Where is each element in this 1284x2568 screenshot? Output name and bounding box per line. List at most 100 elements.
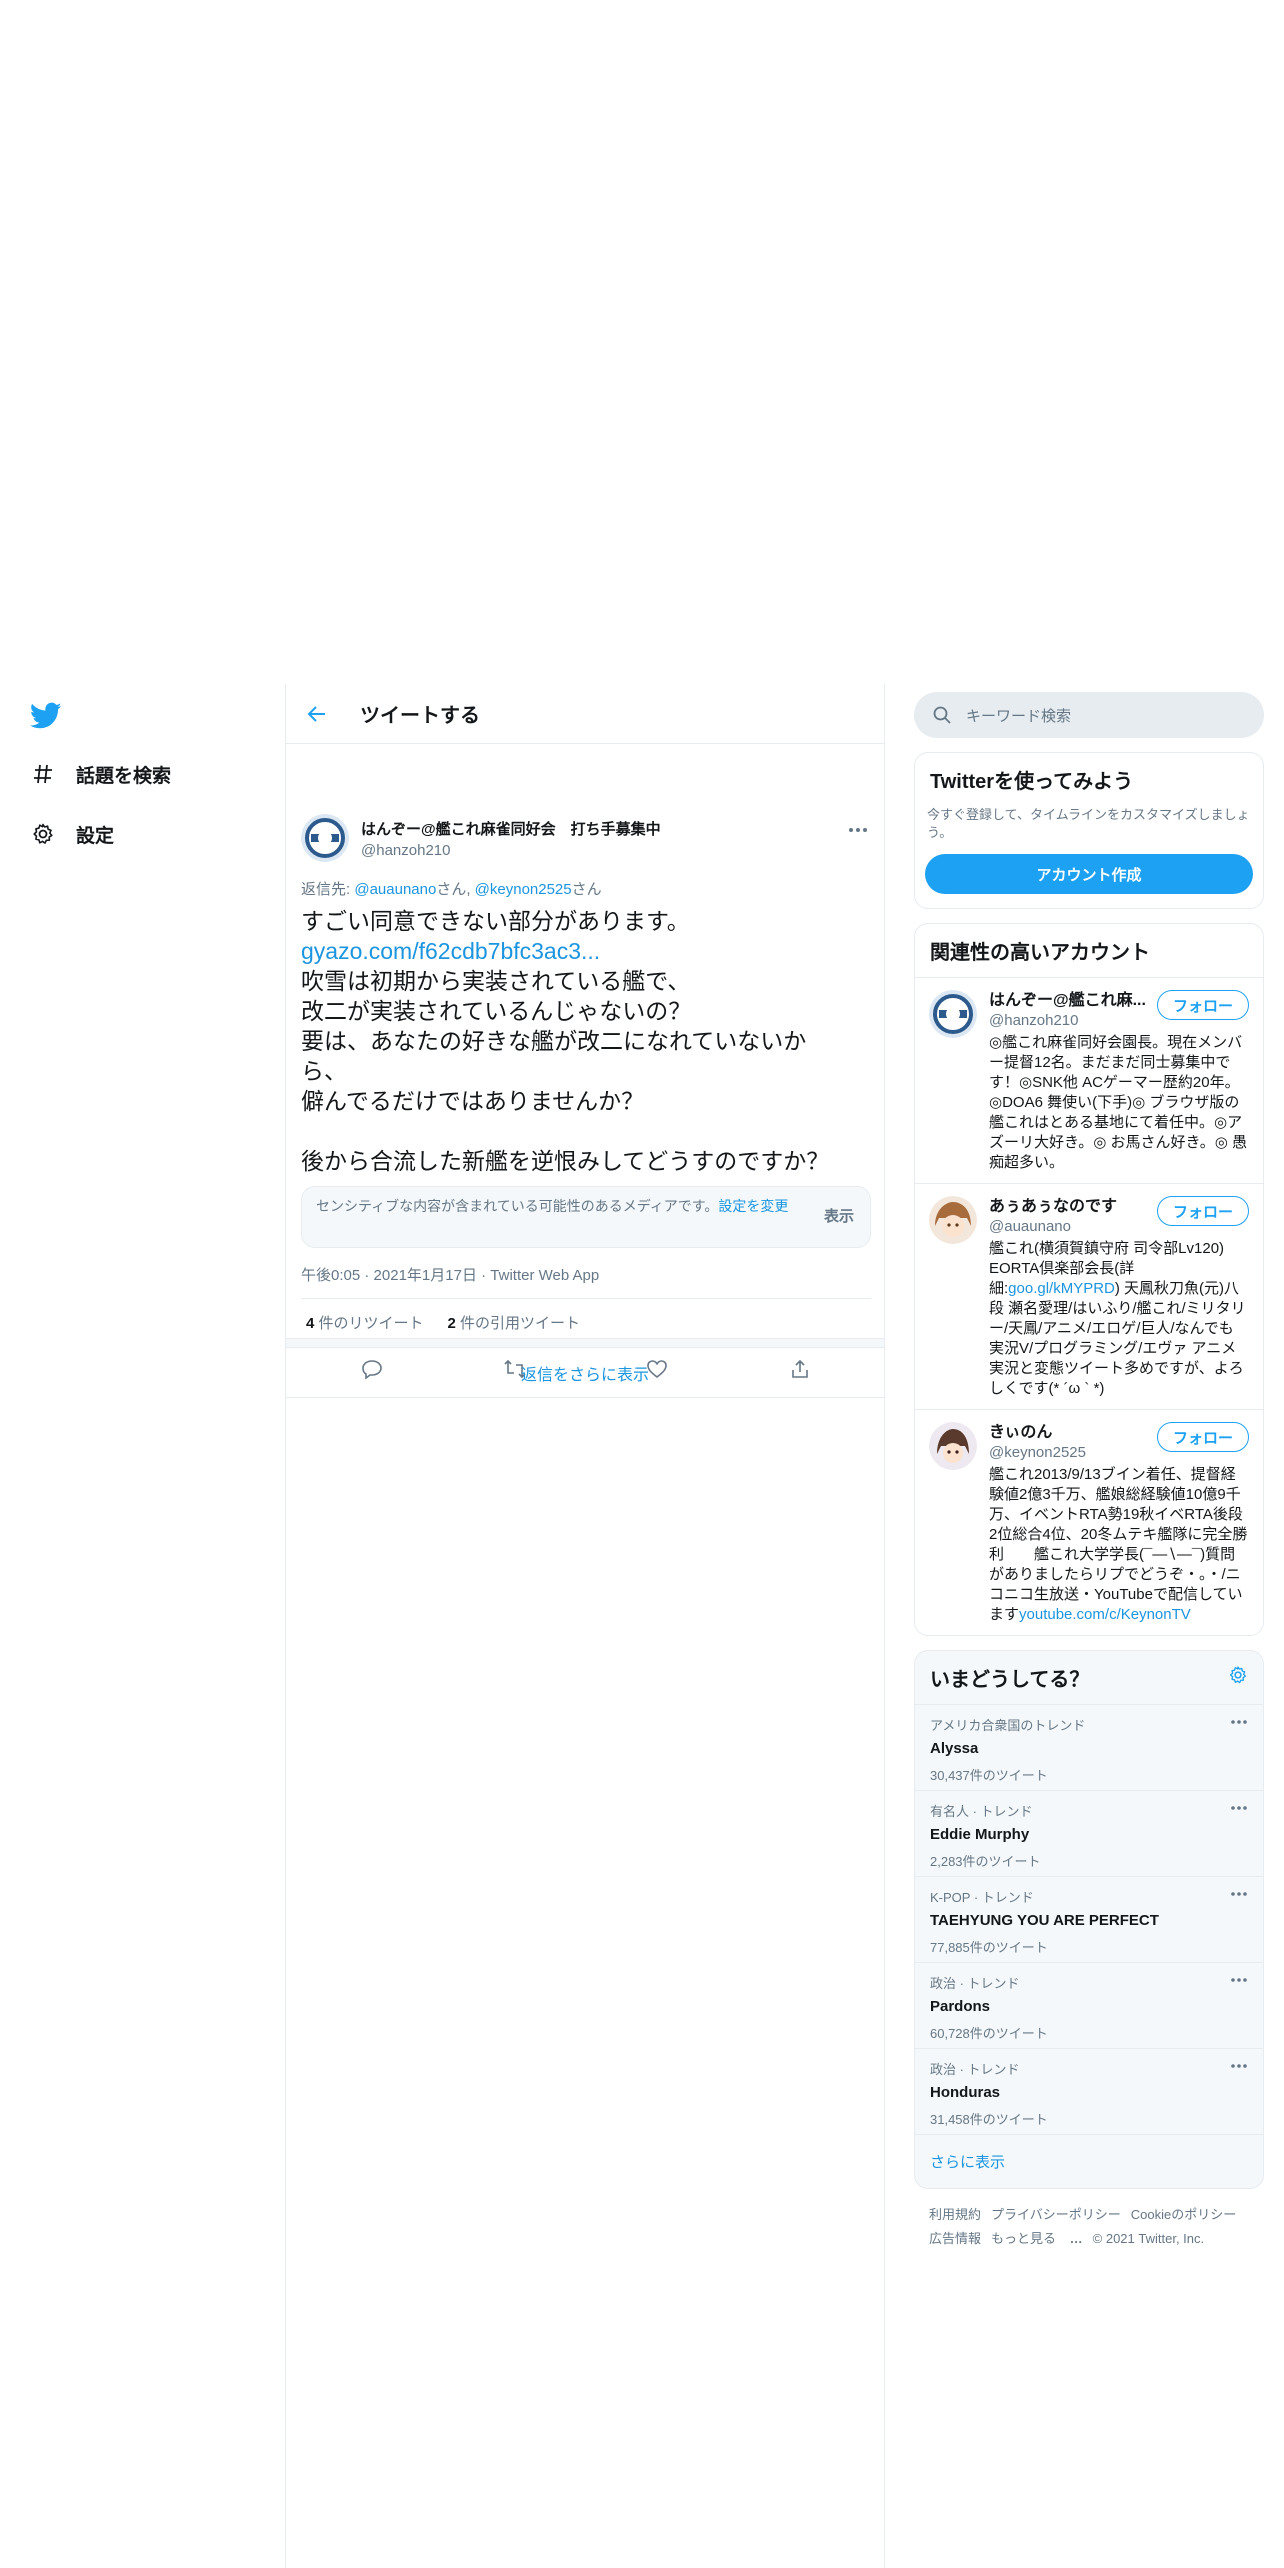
show-more-trends-link[interactable]: さらに表示: [915, 2134, 1263, 2188]
gear-icon[interactable]: [1228, 1665, 1248, 1690]
more-options-icon[interactable]: [848, 820, 868, 832]
footer-link[interactable]: プライバシーポリシー: [991, 2207, 1121, 2222]
sidebar-right: キーワード検索 Twitterを使ってみよう 今すぐ登録して、タイムラインをカス…: [914, 692, 1264, 2251]
trend-count: 30,437件のツイート: [930, 1768, 1048, 1783]
tweet-text-line: すごい同意できない部分があります。: [301, 908, 690, 934]
retweet-stat[interactable]: 4 件のリツイート: [306, 1312, 424, 1333]
back-arrow-icon[interactable]: [304, 701, 330, 727]
card-title: Twitterを使ってみよう: [930, 771, 1134, 793]
avatar[interactable]: [301, 814, 349, 862]
more-options-icon[interactable]: [1230, 1805, 1248, 1811]
footer-link[interactable]: Cookieのポリシー: [1131, 2207, 1236, 2222]
account-bio: 艦これ2013/9/13ブイン着任、提督経験値2億3千万、艦娘総経験値10億9千…: [989, 1465, 1248, 1625]
footer-link[interactable]: 利用規約: [929, 2207, 981, 2222]
sensitive-media-notice: センシティブな内容が含まれている可能性のあるメディアです。設定を変更 表示: [301, 1186, 871, 1248]
main-column: ツイートする はんぞー@艦これ麻雀同好会 打ち手募集中 @hanzoh210 返…: [285, 684, 885, 2568]
tweet-date[interactable]: 2021年1月17日: [374, 1267, 477, 1284]
try-twitter-card: Twitterを使ってみよう 今すぐ登録して、タイムラインをカスタマイズしましょ…: [914, 752, 1264, 909]
account-bio-link[interactable]: goo.gl/kMYPRD: [1008, 1280, 1115, 1297]
author-name[interactable]: はんぞー@艦これ麻雀同好会 打ち手募集中: [361, 818, 661, 839]
related-accounts-card: 関連性の高いアカウント はんぞー@艦これ麻... @hanzoh210 フォロー…: [914, 923, 1264, 1636]
trend-count: 31,458件のツイート: [930, 2112, 1048, 2127]
search-icon: [932, 705, 952, 725]
account-name[interactable]: あぅあぅなのです: [989, 1192, 1149, 1216]
tweet-client[interactable]: Twitter Web App: [490, 1267, 599, 1284]
account-item[interactable]: あぅあぅなのです @auaunano フォロー 艦これ(横須賀鎮守府 司令部Lv…: [915, 1183, 1263, 1409]
footer: 利用規約 プライバシーポリシー Cookieのポリシー 広告情報 もっと見る … © 2…: [914, 2203, 1264, 2251]
nav-item-label: 設定: [76, 825, 115, 847]
account-item[interactable]: はんぞー@艦これ麻... @hanzoh210 フォロー ◎艦これ麻雀同好会園長…: [915, 977, 1263, 1183]
author-handle[interactable]: @hanzoh210: [361, 842, 661, 859]
trend-item[interactable]: アメリカ合衆国のトレンド Alyssa 30,437件のツイート: [915, 1704, 1263, 1790]
tweet-media-link[interactable]: gyazo.com/f62cdb7bfc3ac3...: [301, 938, 600, 964]
follow-button[interactable]: フォロー: [1157, 990, 1249, 1020]
reply-suffix: さん: [571, 881, 602, 898]
account-name[interactable]: はんぞー@艦これ麻...: [989, 986, 1149, 1010]
trend-count: 77,885件のツイート: [930, 1940, 1048, 1955]
tweet-author[interactable]: はんぞー@艦これ麻雀同好会 打ち手募集中 @hanzoh210: [361, 818, 661, 859]
create-account-button[interactable]: アカウント作成: [925, 854, 1253, 894]
more-options-icon[interactable]: [1230, 1719, 1248, 1725]
sensitive-notice-text: センシティブな内容が含まれている可能性のあるメディアです。: [316, 1198, 719, 1214]
trends-card: いまどうしてる？ アメリカ合衆国のトレンド Alyssa 30,437件のツイー…: [914, 1650, 1264, 2189]
sensitive-show-button[interactable]: 表示: [824, 1207, 854, 1226]
tweet-time[interactable]: 午後0:05: [301, 1267, 360, 1284]
search-input[interactable]: キーワード検索: [914, 692, 1264, 738]
account-bio-link[interactable]: youtube.com/c/KeynonTV: [1019, 1606, 1191, 1623]
trend-item[interactable]: K-POP · トレンド TAEHYUNG YOU ARE PERFECT 77…: [915, 1876, 1263, 1962]
trend-item[interactable]: 政治 · トレンド Pardons 60,728件のツイート: [915, 1962, 1263, 2048]
more-options-icon[interactable]: [1230, 2063, 1248, 2069]
avatar[interactable]: [929, 1196, 977, 1244]
trend-item[interactable]: 政治 · トレンド Honduras 31,458件のツイート: [915, 2048, 1263, 2134]
quote-count: 2: [447, 1315, 456, 1332]
reply-user-link[interactable]: @keynon2525: [475, 881, 572, 898]
trend-name: Eddie Murphy: [930, 1826, 1030, 1843]
account-bio: 艦これ(横須賀鎮守府 司令部Lv120) EORTA倶楽部会長(詳細:goo.g…: [989, 1239, 1248, 1399]
gear-icon: [30, 821, 56, 847]
nav-item-settings[interactable]: 設定: [30, 814, 114, 854]
reply-suffix: さん,: [436, 881, 475, 898]
card-title: 関連性の高いアカウント: [930, 942, 1150, 964]
trend-context: アメリカ合衆国のトレンド: [930, 1718, 1086, 1733]
follow-button[interactable]: フォロー: [1157, 1422, 1249, 1452]
tweet-meta: 午後0:05 · 2021年1月17日 · Twitter Web App: [301, 1267, 600, 1284]
page-header: ツイートする: [286, 684, 884, 744]
trend-name: Alyssa: [930, 1740, 979, 1757]
more-options-icon[interactable]: [1230, 1977, 1248, 1983]
card-title: いまどうしてる？: [930, 1669, 1090, 1691]
follow-button[interactable]: フォロー: [1157, 1196, 1249, 1226]
account-bio-text: ) 天鳳秋刀魚(元)八段 瀬名愛理/はいふり/艦これ/ミリタリー/天鳳/アニメ/…: [989, 1280, 1246, 1397]
reply-to-line: 返信先: @auaunanoさん, @keynon2525さん: [301, 878, 602, 899]
nav-item-label: 話題を検索: [76, 765, 172, 787]
footer-more-label: もっと見る: [991, 2231, 1057, 2246]
account-name[interactable]: きぃのん: [989, 1418, 1149, 1442]
account-item[interactable]: きぃのん @keynon2525 フォロー 艦これ2013/9/13ブイン着任、…: [915, 1409, 1263, 1635]
more-options-icon[interactable]: [1230, 1891, 1248, 1897]
nav-item-explore[interactable]: 話題を検索: [30, 754, 171, 794]
trend-item[interactable]: 有名人 · トレンド Eddie Murphy 2,283件のツイート: [915, 1790, 1263, 1876]
quote-stat[interactable]: 2 件の引用ツイート: [448, 1312, 581, 1333]
quote-label: 件の引用ツイート: [455, 1315, 581, 1332]
reply-user-link[interactable]: @auaunano: [354, 881, 436, 898]
trend-context: 政治 · トレンド: [930, 1976, 1020, 1991]
footer-link[interactable]: 広告情報: [929, 2231, 981, 2246]
reply-prefix: 返信先:: [301, 881, 355, 898]
page-title: ツイートする: [360, 705, 480, 727]
trend-name: Pardons: [930, 1998, 991, 2015]
trend-count: 2,283件のツイート: [930, 1854, 1041, 1869]
footer-more-link[interactable]: もっと見る …: [991, 2231, 1083, 2246]
account-bio: ◎艦これ麻雀同好会園長。現在メンバー提督12名。まだまだ同士募集中です！◎SNK…: [989, 1034, 1248, 1171]
show-more-replies-button[interactable]: 返信をさらに表示: [286, 1348, 884, 1398]
tweet-text-body: 吹雪は初期から実装されている艦で、 改二が実装されているんじゃないの？ 要は、あ…: [301, 968, 830, 1174]
retweet-label: 件のリツイート: [314, 1315, 424, 1332]
sensitive-settings-link[interactable]: 設定を変更: [718, 1198, 788, 1214]
avatar[interactable]: [929, 990, 977, 1038]
trend-context: 政治 · トレンド: [930, 2062, 1020, 2077]
trend-context: K-POP · トレンド: [930, 1890, 1034, 1905]
copyright: © 2021 Twitter, Inc.: [1092, 2231, 1205, 2246]
avatar[interactable]: [929, 1422, 977, 1470]
twitter-logo-icon[interactable]: [29, 702, 62, 730]
section-separator: [286, 1338, 884, 1348]
trends-header: いまどうしてる？: [915, 1651, 1263, 1704]
account-bio-text: 艦これ2013/9/13ブイン着任、提督経験値2億3千万、艦娘総経験値10億9千…: [989, 1466, 1248, 1623]
